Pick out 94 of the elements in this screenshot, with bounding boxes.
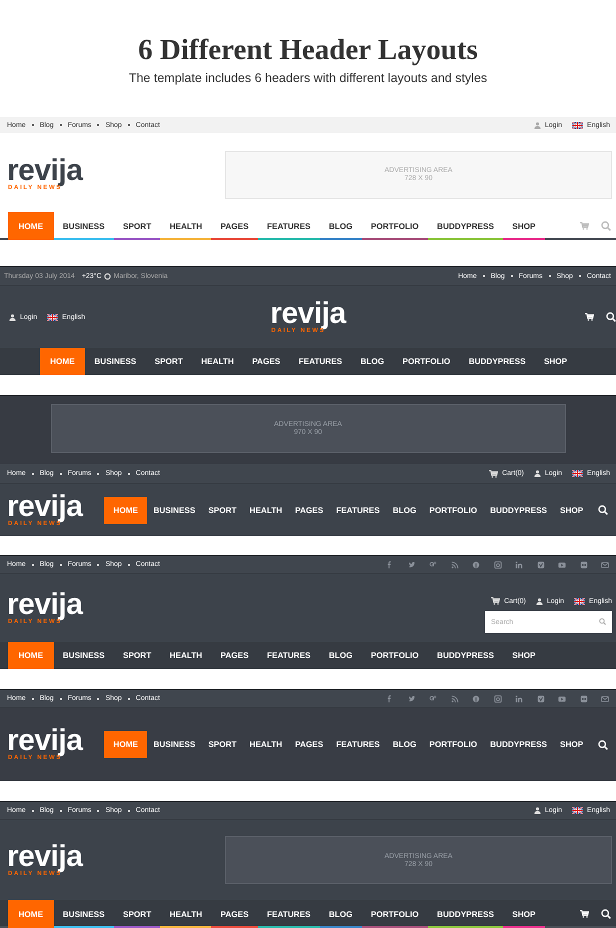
mail-icon[interactable] xyxy=(601,560,609,568)
search-icon xyxy=(599,618,606,625)
menu-tab[interactable]: BUDDYPRESS xyxy=(484,496,554,524)
menu-tab[interactable]: HEALTH xyxy=(243,731,289,758)
menu-tab[interactable]: SPORT xyxy=(202,496,244,524)
menu-tab[interactable]: BUSINESS xyxy=(146,731,202,758)
google-plus-icon[interactable] xyxy=(429,560,437,568)
cart-icon xyxy=(489,470,498,478)
flag-icon xyxy=(572,807,584,814)
menu-tab[interactable]: SPORT xyxy=(114,642,160,669)
menu-tab[interactable]: BLOG xyxy=(320,212,362,240)
linkedin-icon[interactable] xyxy=(515,694,523,702)
menu-tab[interactable]: PORTFOLIO xyxy=(362,900,428,928)
linkedin-icon[interactable] xyxy=(515,560,523,568)
menu-tab[interactable]: PAGES xyxy=(211,642,258,669)
google-plus-icon[interactable] xyxy=(429,694,437,702)
user-icon xyxy=(534,470,541,477)
menu-tab[interactable]: HEALTH xyxy=(243,496,289,524)
menu-tab[interactable]: PORTFOLIO xyxy=(422,731,484,758)
twitter-icon[interactable] xyxy=(408,694,416,702)
menu-tab[interactable]: SPORT xyxy=(114,900,160,928)
menu-tab[interactable]: BUSINESS xyxy=(54,642,114,669)
menu-tab[interactable]: BLOG xyxy=(386,731,423,758)
menu-tab[interactable]: PORTFOLIO xyxy=(393,348,460,375)
mail-icon[interactable] xyxy=(601,694,609,702)
menu-tab[interactable]: SHOP xyxy=(554,496,590,524)
flag-icon xyxy=(572,122,584,128)
flag-icon xyxy=(574,598,586,604)
logo-wordmark: revija xyxy=(7,728,82,754)
flickr-icon[interactable] xyxy=(580,560,588,568)
menu-tab[interactable]: BLOG xyxy=(320,642,362,669)
menu-tab[interactable]: HEALTH xyxy=(160,900,212,928)
menu-tab[interactable]: BUSINESS xyxy=(54,212,114,240)
menu-tab[interactable]: PORTFOLIO xyxy=(422,496,484,524)
menu-tab[interactable]: BUSINESS xyxy=(146,496,202,524)
menu-tab[interactable]: PAGES xyxy=(211,212,258,240)
menu-tab[interactable]: FEATURES xyxy=(289,348,352,375)
menu-tab[interactable]: SHOP xyxy=(503,900,545,928)
facebook-icon[interactable] xyxy=(386,560,394,568)
user-icon xyxy=(534,122,541,128)
menu-tab[interactable]: BUDDYPRESS xyxy=(484,731,554,758)
menu-tab[interactable]: BUDDYPRESS xyxy=(428,642,504,669)
flag-icon xyxy=(572,470,584,477)
page-title: 6 Different Header Layouts xyxy=(137,33,479,67)
menu-tab[interactable]: PAGES xyxy=(211,900,258,928)
menu-tab[interactable]: BUDDYPRESS xyxy=(428,900,504,928)
menu-tab[interactable]: PORTFOLIO xyxy=(362,642,428,669)
user-icon xyxy=(534,807,541,814)
menu-tab[interactable]: SHOP xyxy=(534,348,576,375)
facebook-icon[interactable] xyxy=(386,694,394,702)
menu-tab[interactable]: SHOP xyxy=(554,731,590,758)
menu-tab[interactable]: BUSINESS xyxy=(85,348,146,375)
cart-icon[interactable] xyxy=(585,313,594,321)
logo-wordmark: revija xyxy=(7,158,82,184)
menu-tab[interactable]: HEALTH xyxy=(160,642,212,669)
menu-tab[interactable]: FEATURES xyxy=(258,642,320,669)
menu-tab[interactable]: PAGES xyxy=(243,348,290,375)
circle-icon xyxy=(104,272,111,280)
page-subtitle: The template includes 6 headers with different layouts and styles xyxy=(128,71,488,85)
menu-tab[interactable]: BLOG xyxy=(351,348,394,375)
menu-tab[interactable]: PAGES xyxy=(288,731,330,758)
rss-icon[interactable] xyxy=(450,560,458,568)
youtube-icon[interactable] xyxy=(558,694,566,702)
flag-icon xyxy=(47,314,58,320)
youtube-icon[interactable] xyxy=(558,560,566,568)
menu-tab[interactable]: BLOG xyxy=(386,496,423,524)
menu-tab[interactable]: SHOP xyxy=(503,212,545,240)
menu-tab[interactable]: FEATURES xyxy=(330,496,386,524)
instagram-icon[interactable] xyxy=(494,694,502,702)
flickr-icon[interactable] xyxy=(580,694,588,702)
menu-tab[interactable]: FEATURES xyxy=(258,900,320,928)
instagram-icon[interactable] xyxy=(494,560,502,568)
menu-tab[interactable]: HEALTH xyxy=(192,348,243,375)
menu-tab[interactable]: PAGES xyxy=(288,496,330,524)
rss-icon[interactable] xyxy=(450,694,458,702)
menu-tab[interactable]: SPORT xyxy=(202,731,244,758)
menu-tab[interactable]: PORTFOLIO xyxy=(362,212,428,240)
menu-tab[interactable]: FEATURES xyxy=(330,731,386,758)
user-icon xyxy=(9,314,16,320)
twitter-icon[interactable] xyxy=(408,560,416,568)
menu-tab[interactable]: BUSINESS xyxy=(54,900,114,928)
cart-icon[interactable] xyxy=(580,910,589,918)
menu-tab[interactable]: BUDDYPRESS xyxy=(460,348,535,375)
menu-tab[interactable]: BUDDYPRESS xyxy=(428,212,504,240)
cart-icon xyxy=(491,597,500,605)
menu-tab[interactable]: FEATURES xyxy=(258,212,320,240)
menu-tab[interactable]: HEALTH xyxy=(160,212,212,240)
user-icon xyxy=(536,598,543,604)
vimeo-icon[interactable] xyxy=(536,560,544,568)
menu-tab[interactable]: BLOG xyxy=(320,900,362,928)
vimeo-icon[interactable] xyxy=(536,694,544,702)
menu-tab[interactable]: SPORT xyxy=(145,348,192,375)
menu-tab[interactable]: SPORT xyxy=(114,212,160,240)
menu-tab[interactable]: SHOP xyxy=(503,642,545,669)
